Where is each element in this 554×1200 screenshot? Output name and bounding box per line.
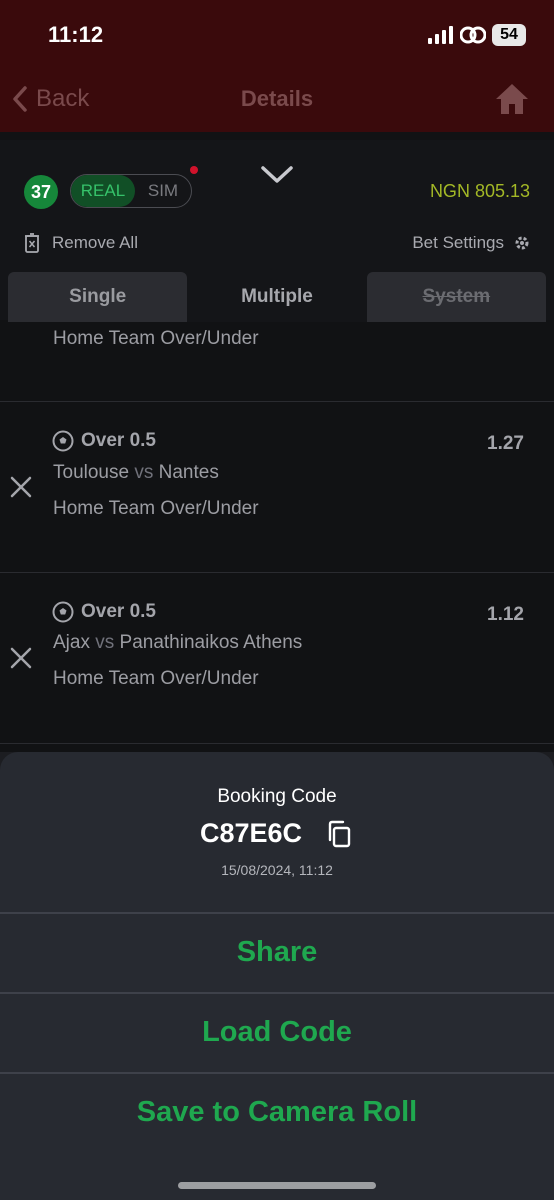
remove-all-label: Remove All (52, 233, 138, 252)
save-camera-roll-button[interactable]: Save to Camera Roll (0, 1096, 554, 1129)
page-title: Details (240, 86, 314, 111)
home-team: Ajax (53, 632, 90, 653)
divider (0, 992, 554, 994)
copy-icon[interactable] (326, 820, 352, 848)
booking-code: C87E6C (200, 818, 303, 848)
bet-row: Over 0.5 1.27 Toulouse vs Nantes Home Te… (0, 402, 554, 573)
bet-row: Home Team Over/Under (0, 322, 554, 402)
bet-row: Over 0.5 1.12 Ajax vs Panathinaikos Athe… (0, 573, 554, 744)
away-team: Panathinaikos Athens (119, 632, 303, 653)
bet-match: Toulouse vs Nantes (53, 462, 219, 484)
away-team: Nantes (158, 462, 219, 483)
vs-label: vs (95, 632, 115, 653)
tab-single[interactable]: Single (8, 272, 188, 322)
bet-odds: 1.12 (487, 604, 524, 625)
close-icon[interactable] (10, 476, 32, 498)
divider (0, 912, 554, 914)
balance: NGN 805.13 (429, 181, 530, 201)
battery-icon: 54 (492, 24, 526, 46)
trash-icon (25, 233, 39, 253)
mode-real[interactable]: REAL (71, 175, 135, 207)
remove-all-button[interactable]: Remove All (24, 233, 138, 253)
tab-system[interactable]: System (366, 272, 546, 322)
soccer-ball-icon (52, 601, 74, 623)
real-sim-toggle[interactable]: REAL SIM (70, 174, 192, 208)
share-button[interactable]: Share (0, 936, 554, 969)
bet-market: Home Team Over/Under (53, 328, 259, 349)
bet-selection: Over 0.5 (81, 601, 156, 622)
home-indicator[interactable] (178, 1182, 376, 1189)
signal-icon (428, 26, 453, 44)
bet-count-badge: 37 (24, 175, 58, 209)
bet-settings-label: Bet Settings (412, 233, 504, 252)
bet-market: Home Team Over/Under (53, 498, 259, 519)
booking-code-label: Booking Code (217, 786, 337, 807)
vs-label: vs (134, 462, 154, 483)
divider (0, 1072, 554, 1074)
close-icon[interactable] (10, 647, 32, 669)
home-team: Toulouse (53, 462, 130, 483)
status-time: 11:12 (48, 22, 104, 47)
home-icon[interactable] (494, 82, 530, 116)
bet-selection: Over 0.5 (81, 430, 156, 451)
tab-multiple[interactable]: Multiple (187, 272, 367, 322)
soccer-ball-icon (52, 430, 74, 452)
bet-market: Home Team Over/Under (53, 668, 259, 689)
notification-dot (190, 166, 198, 174)
mode-sim[interactable]: SIM (135, 175, 191, 207)
bet-odds: 1.27 (487, 433, 524, 454)
bet-type-tabs: Single Multiple System (8, 272, 546, 322)
link-icon (460, 26, 486, 44)
bet-match: Ajax vs Panathinaikos Athens (53, 632, 302, 654)
bet-settings-button[interactable]: Bet Settings (412, 233, 530, 253)
load-code-button[interactable]: Load Code (0, 1016, 554, 1049)
booking-datetime: 15/08/2024, 11:12 (221, 862, 333, 878)
gear-icon (515, 236, 529, 250)
chevron-down-icon[interactable] (260, 162, 294, 188)
